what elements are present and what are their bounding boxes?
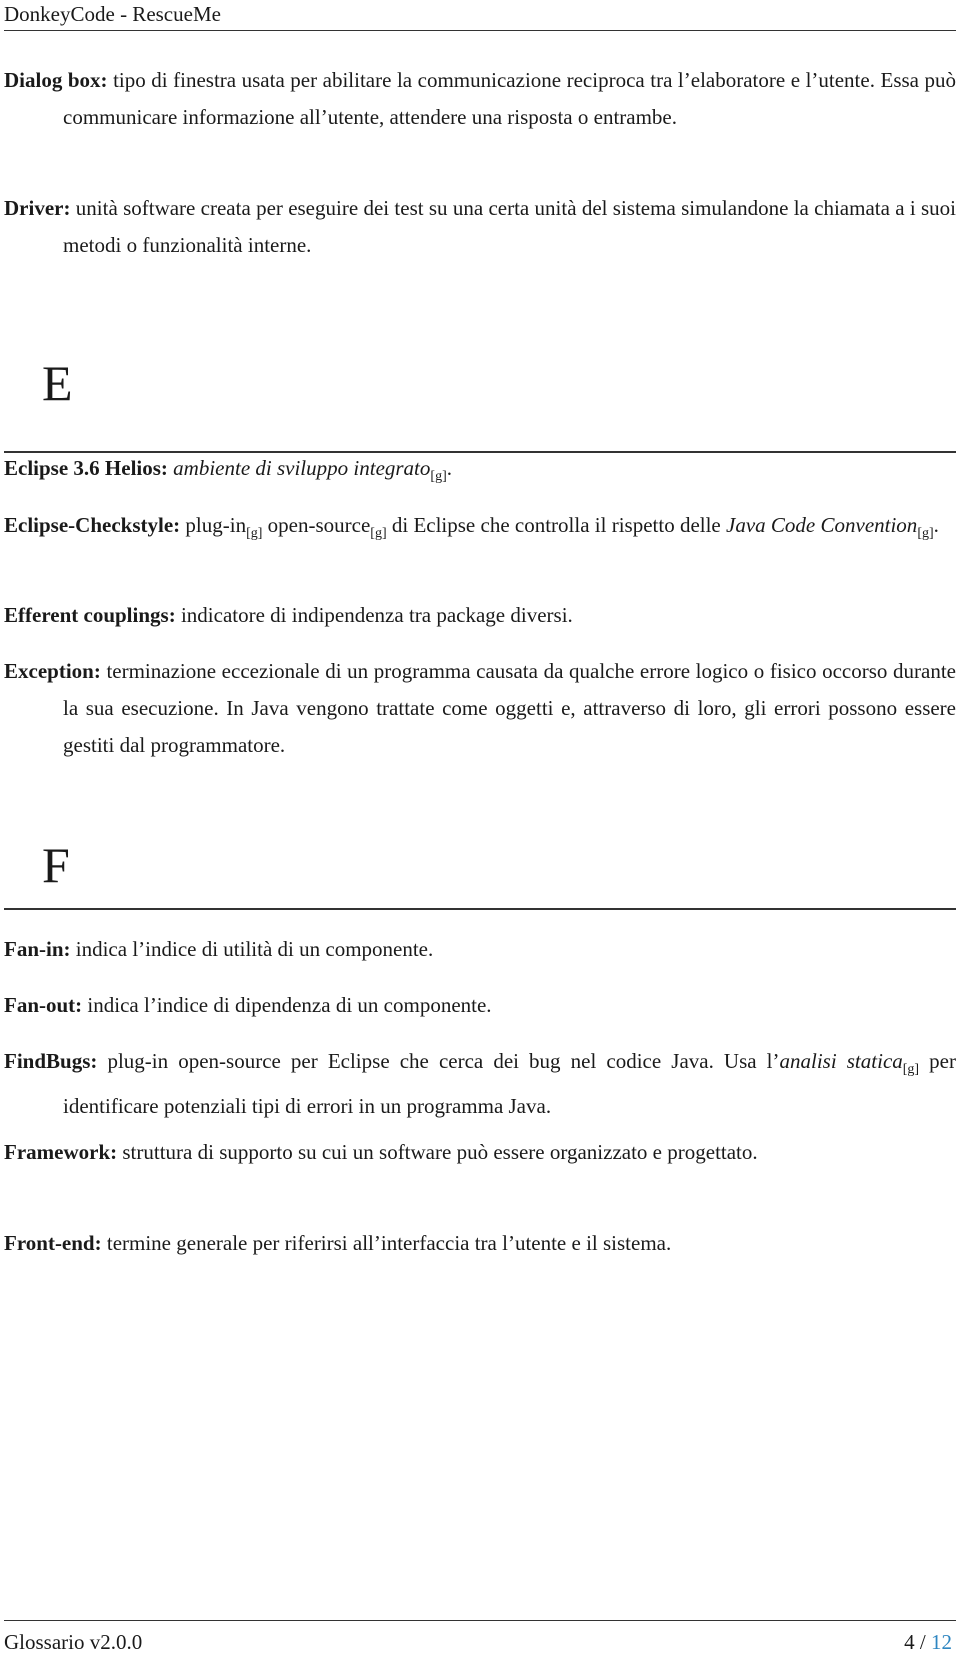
punctuation: . <box>933 513 939 537</box>
entry-term: Driver: <box>4 196 71 220</box>
glossary-ref-marker: [g] <box>370 526 387 541</box>
entry-term: Framework: <box>4 1140 118 1164</box>
glossary-entry-exception: Exception: terminazione eccezionale di u… <box>4 653 956 764</box>
glossary-ref-marker: [g] <box>246 526 263 541</box>
glossary-entry-efferent-couplings: Efferent couplings: indicatore di indipe… <box>4 597 956 634</box>
glossary-ref-marker: [g] <box>902 1062 920 1077</box>
entry-definition: open-source <box>262 513 371 537</box>
glossary-entry-eclipse-checkstyle: Eclipse-Checkstyle: plug-in[g] open-sour… <box>4 507 956 552</box>
glossary-link-term: Java Code Convention <box>726 513 918 537</box>
entry-definition: terminazione eccezionale di un programma… <box>63 659 956 757</box>
header-rule <box>4 30 956 31</box>
entry-term: Fan-out: <box>4 993 83 1017</box>
glossary-link-term: analisi statica <box>779 1049 903 1073</box>
glossary-entry-front-end: Front-end: termine generale per riferirs… <box>4 1225 956 1262</box>
entry-term: Eclipse-Checkstyle: <box>4 513 181 537</box>
running-header: DonkeyCode - RescueMe <box>4 2 221 26</box>
glossary-entry-eclipse: Eclipse 3.6 Helios: ambiente di sviluppo… <box>4 450 956 495</box>
section-heading-e: E <box>42 355 73 411</box>
glossary-entry-findbugs: FindBugs: plug-in open-source per Eclips… <box>4 1043 956 1125</box>
section-heading-f: F <box>42 837 70 893</box>
footer-page-number: 4 / 12 <box>904 1628 952 1656</box>
glossary-entry-framework: Framework: struttura di supporto su cui … <box>4 1134 956 1171</box>
glossary-ref-marker: [g] <box>430 469 447 484</box>
entry-definition: indicatore di indipendenza tra package d… <box>180 603 573 627</box>
entry-definition: termine generale per riferirsi all’inter… <box>106 1231 672 1255</box>
entry-definition: plug-in <box>185 513 247 537</box>
glossary-entry-dialog-box: Dialog box: tipo di finestra usata per a… <box>4 62 956 136</box>
section-rule-f <box>4 908 956 910</box>
entry-term: Fan-in: <box>4 937 71 961</box>
entry-definition: indica l’indice di utilità di un compone… <box>75 937 434 961</box>
entry-definition: tipo di finestra usata per abilitare la … <box>63 68 957 129</box>
current-page: 4 <box>904 1630 915 1654</box>
glossary-ref-marker: [g] <box>917 526 934 541</box>
glossary-entry-fan-in: Fan-in: indica l’indice di utilità di un… <box>4 931 956 968</box>
total-pages-link[interactable]: 12 <box>931 1630 952 1654</box>
entry-term: Exception: <box>4 659 101 683</box>
entry-term: Efferent couplings: <box>4 603 176 627</box>
glossary-link-term: ambiente di sviluppo integrato <box>173 456 431 480</box>
entry-term: Eclipse 3.6 Helios: <box>4 456 168 480</box>
glossary-entry-driver: Driver: unità software creata per esegui… <box>4 190 956 264</box>
entry-term: Front-end: <box>4 1231 102 1255</box>
footer-doc-version: Glossario v2.0.0 <box>4 1630 143 1654</box>
entry-definition: indica l’indice di dipendenza di un comp… <box>87 993 492 1017</box>
glossary-entry-fan-out: Fan-out: indica l’indice di dipendenza d… <box>4 987 956 1024</box>
entry-definition: unità software creata per eseguire dei t… <box>63 196 957 257</box>
footer-rule <box>4 1620 956 1621</box>
entry-definition: struttura di supporto su cui un software… <box>122 1140 758 1164</box>
entry-term: Dialog box: <box>4 68 108 92</box>
entry-definition: plug-in open-source per Eclipse che cerc… <box>107 1049 780 1073</box>
page-separator: / <box>914 1630 931 1654</box>
punctuation: . <box>446 456 452 480</box>
entry-term: FindBugs: <box>4 1049 98 1073</box>
entry-definition: di Eclipse che controlla il rispetto del… <box>386 513 727 537</box>
